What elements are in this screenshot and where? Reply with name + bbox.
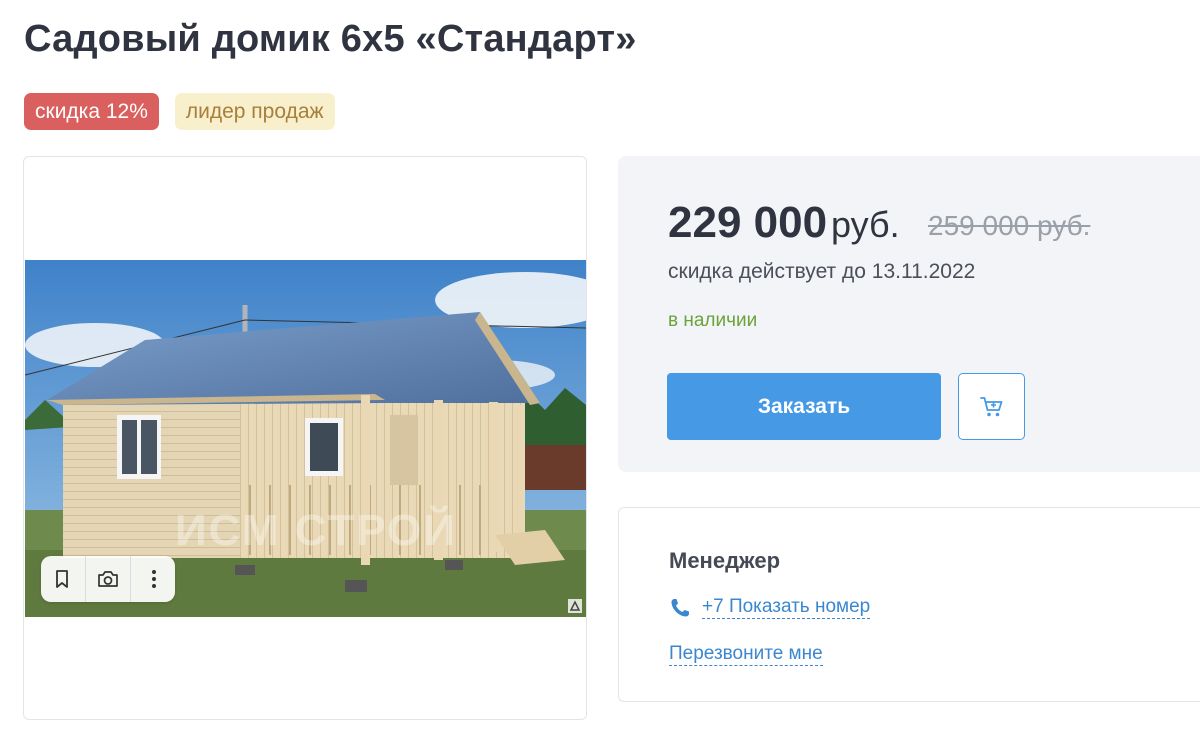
photo-watermark: ИСМ СТРОЙ <box>175 504 457 555</box>
add-to-cart-button[interactable] <box>958 373 1025 440</box>
toolbar-divider <box>84 556 86 602</box>
stock-status: в наличии <box>668 310 758 331</box>
cart-icon <box>979 396 1002 416</box>
camera-icon <box>98 571 118 587</box>
bestseller-badge: лидер продаж <box>174 93 335 130</box>
price-card: 229 000 руб. 259 000 руб. скидка действу… <box>618 156 1200 472</box>
show-phone-link[interactable]: +7 Показать номер <box>702 596 871 619</box>
photo-toolbar <box>41 556 175 602</box>
product-gallery: ИСМ СТРОЙ <box>23 156 587 720</box>
phone-icon <box>671 598 689 616</box>
manager-title: Менеджер <box>669 548 781 573</box>
discount-badge: скидка 12% <box>24 93 159 130</box>
callback-link[interactable]: Перезвоните мне <box>669 643 823 666</box>
more-vertical-icon <box>151 570 156 588</box>
bookmark-icon <box>56 570 69 588</box>
bookmark-button[interactable] <box>42 559 82 599</box>
phone-row: +7 Показать номер <box>669 596 871 619</box>
more-button[interactable] <box>134 559 174 599</box>
badge-list: скидка 12% лидер продаж <box>24 93 335 130</box>
toolbar-divider <box>130 556 132 602</box>
price-currency: руб. <box>831 204 900 245</box>
manager-card: Менеджер +7 Показать номер Перезвоните м… <box>618 507 1200 702</box>
photo-source-icon <box>568 599 582 613</box>
image-search-button[interactable] <box>88 559 128 599</box>
product-photo[interactable]: ИСМ СТРОЙ <box>25 260 586 617</box>
page-title: Садовый домик 6х5 «Стандарт» <box>24 18 637 60</box>
order-button[interactable]: Заказать <box>667 373 941 440</box>
discount-expiry: скидка действует до 13.11.2022 <box>668 260 976 283</box>
current-price: 229 000 <box>668 198 828 247</box>
old-price: 259 000 руб. <box>928 210 1091 241</box>
